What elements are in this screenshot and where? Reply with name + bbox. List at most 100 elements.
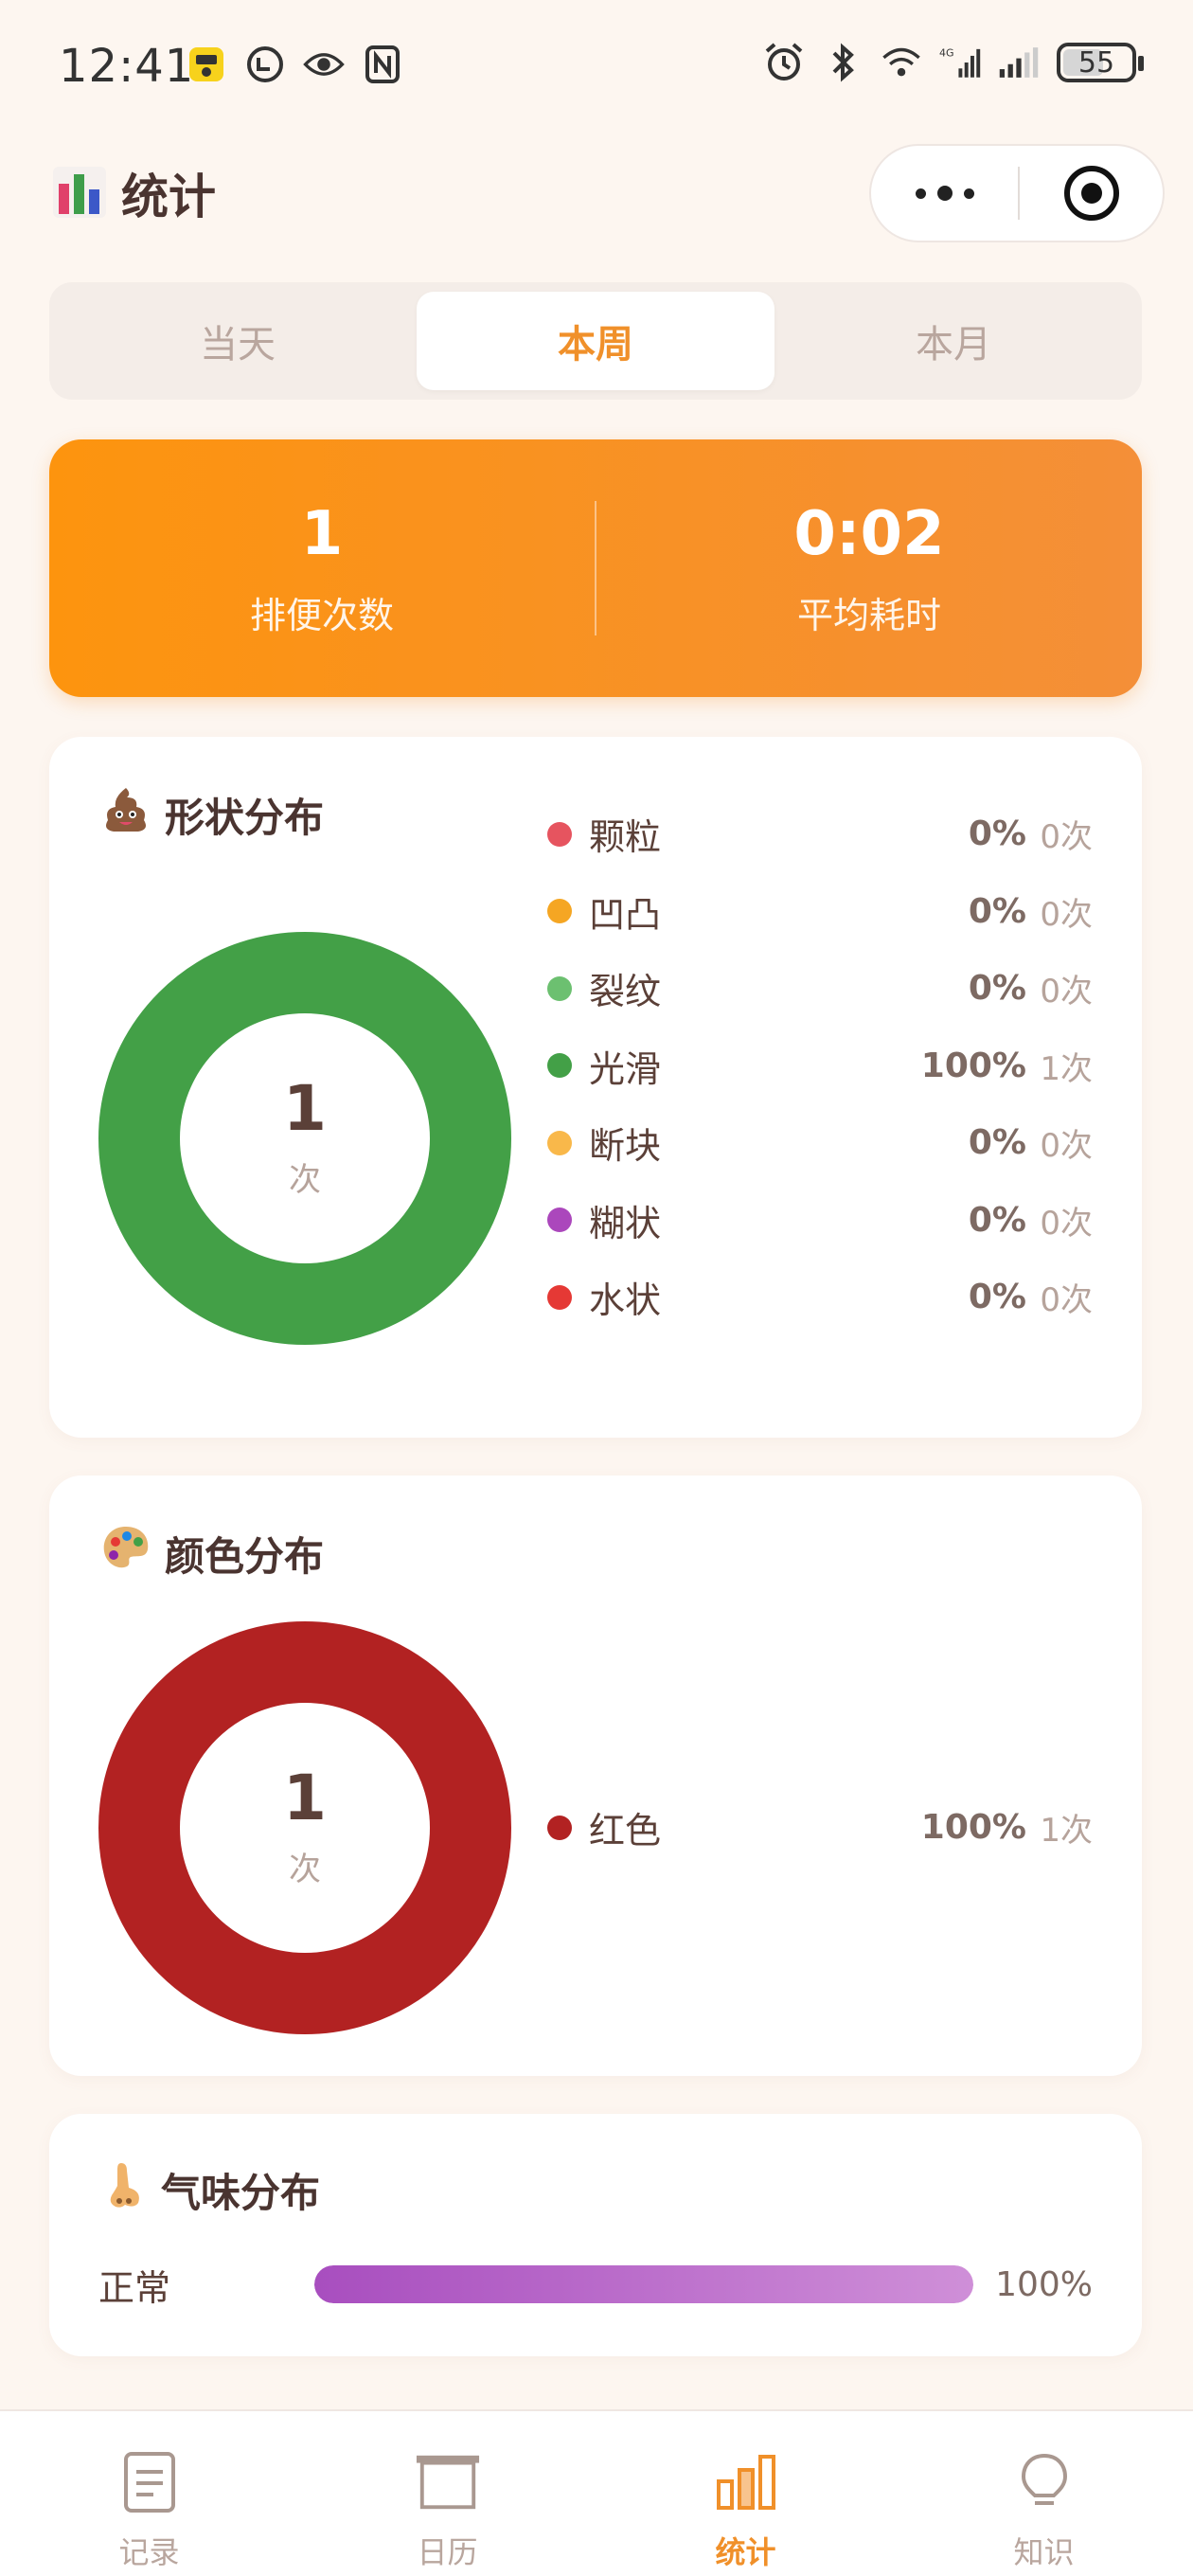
color-legend: 红色 100% 1次 <box>547 1789 1093 1867</box>
count-value: 1 <box>300 498 344 569</box>
nose-icon <box>100 2159 148 2220</box>
period-tabs: 当天 本周 本月 <box>49 282 1142 400</box>
legend-count: 0次 <box>1040 1204 1093 1243</box>
shape-legend-item: 糊状 0% 0次 <box>547 1182 1093 1260</box>
page-header: 统计 <box>51 159 216 227</box>
legend-dot <box>547 1130 572 1155</box>
smell-row: 正常 100% <box>98 2256 1093 2313</box>
shape-donut-chart: 1 次 <box>98 932 511 1345</box>
color-legend-item: 红色 100% 1次 <box>547 1789 1093 1867</box>
svg-text:4G: 4G <box>939 47 954 60</box>
legend-label: 水状 <box>589 1279 662 1322</box>
shape-legend-item: 断块 0% 0次 <box>547 1104 1093 1182</box>
alarm-icon <box>763 42 805 83</box>
legend-percent: 0% <box>968 1123 1026 1163</box>
legend-dot <box>547 899 572 924</box>
smell-label: 正常 <box>98 2266 171 2309</box>
shape-legend-item: 水状 0% 0次 <box>547 1259 1093 1336</box>
nav-stats[interactable]: 统计 <box>596 2411 895 2576</box>
legend-percent: 100% <box>920 1808 1026 1848</box>
shape-legend-item: 裂纹 0% 0次 <box>547 950 1093 1028</box>
nav-record[interactable]: 记录 <box>0 2411 298 2576</box>
bottom-nav: 记录 日历 统计 知识 <box>0 2409 1193 2576</box>
legend-label: 颗粒 <box>589 816 662 859</box>
status-left-icons <box>186 44 403 85</box>
legend-dot <box>547 1053 572 1079</box>
speed-icon <box>244 44 286 85</box>
bar-chart-icon <box>51 163 108 224</box>
legend-label: 裂纹 <box>589 971 662 1013</box>
record-icon <box>116 2449 183 2515</box>
legend-percent: 0% <box>968 814 1026 854</box>
nav-knowledge[interactable]: 知识 <box>895 2411 1193 2576</box>
count-label: 排便次数 <box>249 594 394 636</box>
signal-4g-icon: 4G <box>939 42 981 83</box>
nav-calendar[interactable]: 日历 <box>298 2411 596 2576</box>
legend-count: 0次 <box>1040 1127 1093 1166</box>
battery-indicator: 55 <box>1057 43 1144 82</box>
legend-label: 光滑 <box>589 1047 662 1090</box>
calendar-icon <box>415 2449 481 2515</box>
eye-icon <box>303 44 345 85</box>
poop-icon <box>100 784 151 845</box>
stats-icon <box>713 2449 779 2515</box>
legend-percent: 0% <box>968 969 1026 1009</box>
nfc-icon <box>362 44 403 85</box>
shape-legend-item: 颗粒 0% 0次 <box>547 796 1093 873</box>
tab-this-week[interactable]: 本周 <box>417 292 775 390</box>
legend-dot <box>547 975 572 1001</box>
close-button[interactable] <box>1020 146 1163 241</box>
shape-unit: 次 <box>289 1160 321 1199</box>
summary-card: 1 排便次数 0:02 平均耗时 <box>49 439 1142 697</box>
tab-today[interactable]: 当天 <box>59 292 417 390</box>
legend-dot <box>547 1815 572 1840</box>
mini-program-capsule <box>869 144 1165 242</box>
legend-label: 红色 <box>589 1810 662 1852</box>
status-time: 12:41 <box>59 40 195 93</box>
shape-legend-item: 光滑 100% 1次 <box>547 1028 1093 1105</box>
legend-percent: 100% <box>920 1046 1026 1085</box>
wifi-icon <box>881 42 922 83</box>
legend-percent: 0% <box>968 891 1026 931</box>
palette-icon <box>100 1523 151 1583</box>
legend-count: 1次 <box>1040 1812 1093 1851</box>
shape-distribution-card: 形状分布 1 次 颗粒 0% 0次 凹凸 0% 0次 裂纹 0% 0次 光滑 100% 1次 断块 0% 0… <box>49 737 1142 1438</box>
smell-card-title: 气味分布 <box>100 2159 320 2220</box>
page-title: 统计 <box>121 170 216 224</box>
shape-card-title: 形状分布 <box>100 784 324 845</box>
smell-percent: 100% <box>995 2264 1093 2304</box>
color-distribution-card: 颜色分布 1 次 红色 100% 1次 <box>49 1476 1142 2076</box>
smell-bar-fill <box>314 2265 973 2303</box>
legend-label: 断块 <box>589 1125 662 1168</box>
summary-average: 0:02 平均耗时 <box>596 499 1142 638</box>
legend-dot <box>547 1208 572 1233</box>
more-button[interactable] <box>871 146 1018 241</box>
app-notification-icon <box>186 44 227 85</box>
bulb-icon <box>1011 2449 1077 2515</box>
legend-count: 1次 <box>1040 1049 1093 1088</box>
bluetooth-icon <box>822 42 864 83</box>
legend-count: 0次 <box>1040 973 1093 1011</box>
color-total: 1 <box>283 1761 327 1834</box>
legend-label: 糊状 <box>589 1202 662 1244</box>
avg-label: 平均耗时 <box>796 594 941 636</box>
target-icon <box>1063 166 1119 221</box>
legend-count: 0次 <box>1040 818 1093 857</box>
shape-total: 1 <box>283 1071 327 1145</box>
status-right-icons: 4G 55 <box>763 42 1144 83</box>
signal-icon <box>998 42 1040 83</box>
smell-distribution-card: 气味分布 正常 100% <box>49 2114 1142 2356</box>
legend-count: 0次 <box>1040 895 1093 934</box>
color-card-title: 颜色分布 <box>100 1523 324 1583</box>
legend-percent: 0% <box>968 1200 1026 1240</box>
legend-percent: 0% <box>968 1278 1026 1317</box>
legend-count: 0次 <box>1040 1281 1093 1320</box>
shape-legend: 颗粒 0% 0次 凹凸 0% 0次 裂纹 0% 0次 光滑 100% 1次 断块 0% 0次 糊状 0% 0次 水状… <box>547 796 1093 1336</box>
status-bar: 12:41 4G 55 <box>0 0 1193 133</box>
avg-value: 0:02 <box>793 498 945 569</box>
color-donut-chart: 1 次 <box>98 1621 511 2034</box>
legend-label: 凹凸 <box>589 893 662 936</box>
legend-dot <box>547 821 572 847</box>
summary-count: 1 排便次数 <box>49 499 595 638</box>
tab-this-month[interactable]: 本月 <box>775 292 1132 390</box>
